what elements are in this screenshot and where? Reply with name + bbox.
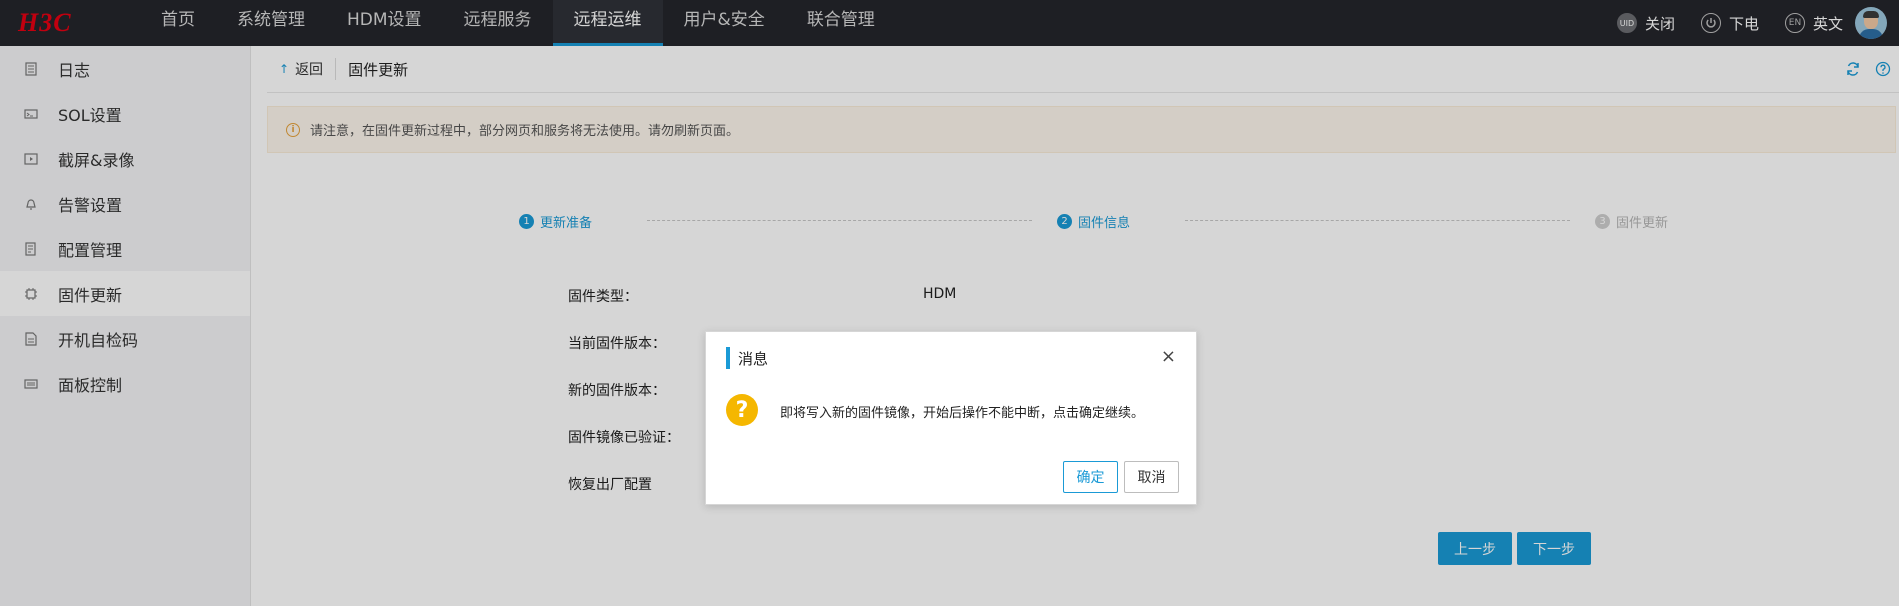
question-icon: ?: [726, 394, 758, 426]
confirm-dialog: 消息 × ? 即将写入新的固件镜像，开始后操作不能中断，点击确定继续。 确定 取…: [705, 331, 1197, 505]
modal-overlay: [0, 0, 1899, 606]
dialog-message: 即将写入新的固件镜像，开始后操作不能中断，点击确定继续。: [780, 406, 1145, 421]
cancel-button[interactable]: 取消: [1124, 461, 1179, 493]
dialog-title: 消息: [738, 350, 769, 368]
ok-button[interactable]: 确定: [1063, 461, 1118, 493]
close-icon[interactable]: ×: [1161, 346, 1176, 367]
dialog-title-accent: [726, 347, 730, 369]
